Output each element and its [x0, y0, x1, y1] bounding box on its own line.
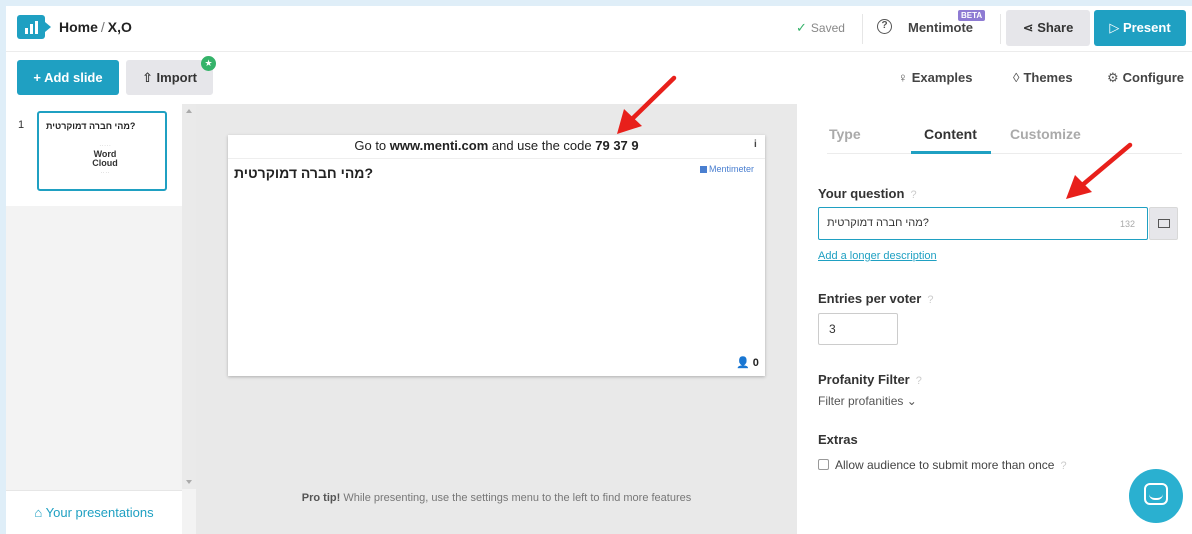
- breadcrumb-presentation[interactable]: X,O: [108, 19, 132, 35]
- help-icon: ?: [910, 189, 917, 201]
- thumbnail-wordcloud: · · · · · Word Cloud · · · ·: [92, 143, 118, 175]
- tab-content[interactable]: Content: [924, 126, 977, 142]
- share-button[interactable]: ⋖ Share: [1006, 10, 1090, 46]
- beta-badge: BETA: [958, 10, 986, 21]
- entries-per-voter-input[interactable]: [818, 313, 898, 345]
- add-description-link[interactable]: Add a longer description: [818, 250, 937, 262]
- slides-scrollbar[interactable]: [182, 104, 196, 489]
- allow-multiple-option[interactable]: Allow audience to submit more than once?: [818, 458, 1067, 472]
- slide-list-item[interactable]: 1 ?מהי חברה דמוקרטית · · · · · Word Clou…: [6, 104, 182, 206]
- join-instructions: Go to www.menti.com and use the code 79 …: [354, 138, 639, 153]
- profanity-dropdown[interactable]: Filter profanities ⌄: [818, 394, 917, 408]
- divider: [862, 14, 863, 44]
- add-image-button[interactable]: [1149, 207, 1178, 240]
- home-icon: ⌂: [34, 505, 46, 520]
- pro-tip: Pro tip! While presenting, use the setti…: [301, 492, 692, 504]
- active-tab-indicator: [911, 151, 991, 154]
- help-icon: ?: [1060, 460, 1067, 472]
- tab-customize[interactable]: Customize: [1010, 126, 1081, 142]
- app-window: Home / X,O ✓ Saved ? Mentimote BETA ⋖ Share…: [6, 6, 1192, 534]
- slide-thumbnail[interactable]: ?מהי חברה דמוקרטית · · · · · Word Cloud …: [37, 111, 167, 191]
- slide-number: 1: [18, 119, 25, 131]
- help-icon[interactable]: ?: [877, 19, 892, 34]
- char-count: 132: [1120, 219, 1136, 229]
- help-icon: ?: [915, 375, 922, 387]
- save-status: ✓ Saved: [796, 20, 845, 35]
- check-icon: ✓: [796, 20, 807, 35]
- editor-panel: Type Content Customize Your question? ?מ…: [797, 104, 1192, 534]
- user-icon: 👤: [736, 357, 750, 369]
- mentimeter-logo-icon: [700, 166, 707, 174]
- divider: [1000, 14, 1001, 44]
- configure-link[interactable]: ⚙ Configure: [1107, 70, 1184, 86]
- voting-code: 79 37 9: [595, 138, 639, 153]
- preview-question: ?מהי חברה דמוקרטית: [234, 165, 374, 181]
- chat-icon[interactable]: [1129, 469, 1183, 523]
- scroll-down-arrow[interactable]: [186, 480, 192, 484]
- slide-preview-area: Go to www.menti.com and use the code 79 …: [196, 104, 797, 534]
- import-button[interactable]: ⇧ Import: [126, 60, 213, 95]
- menti-url: www.menti.com: [389, 138, 489, 153]
- question-input[interactable]: ?מהי חברה דמוקרטית: [818, 207, 1148, 240]
- mentimote-button[interactable]: Mentimote: [908, 20, 973, 35]
- info-icon[interactable]: i: [754, 139, 757, 150]
- mentimeter-logo-icon[interactable]: [17, 15, 45, 39]
- tab-type[interactable]: Type: [829, 126, 861, 142]
- help-icon: ?: [927, 294, 934, 306]
- top-bar: Home / X,O ✓ Saved ? Mentimote BETA ⋖ Share…: [6, 6, 1192, 52]
- drop-icon: ◊: [1013, 70, 1020, 85]
- share-icon: ⋖: [1022, 20, 1038, 35]
- your-presentations-link[interactable]: ⌂ Your presentations: [6, 490, 182, 534]
- image-icon: [1158, 219, 1170, 228]
- play-icon: ▷: [1109, 20, 1123, 35]
- profanity-label: Profanity Filter?: [818, 372, 922, 387]
- extras-label: Extras: [818, 432, 858, 447]
- entries-label: Entries per voter?: [818, 291, 934, 306]
- slides-panel: 1 ?מהי חברה דמוקרטית · · · · · Word Clou…: [6, 104, 196, 534]
- breadcrumb-home[interactable]: Home: [59, 19, 98, 35]
- logo-tail: [45, 22, 51, 32]
- scroll-up-arrow[interactable]: [186, 109, 192, 113]
- editor-tabs: Type Content Customize: [827, 126, 1182, 154]
- thumbnail-title: ?מהי חברה דמוקרטית: [46, 121, 136, 131]
- present-button[interactable]: ▷ Present: [1094, 10, 1186, 46]
- participant-count: 👤 0: [736, 357, 759, 369]
- gear-icon: ⚙: [1107, 70, 1119, 85]
- chevron-down-icon: ⌄: [906, 394, 917, 408]
- add-slide-button[interactable]: + Add slide: [17, 60, 119, 95]
- allow-multiple-checkbox[interactable]: [818, 459, 829, 470]
- mentimeter-brand: Mentimeter: [700, 164, 754, 174]
- examples-link[interactable]: ♀ Examples: [898, 70, 972, 85]
- question-label: Your question?: [818, 186, 917, 201]
- bulb-icon: ♀: [898, 70, 908, 85]
- themes-link[interactable]: ◊ Themes: [1013, 70, 1073, 85]
- upload-icon: ⇧: [142, 70, 157, 85]
- breadcrumb: Home / X,O: [59, 19, 132, 35]
- divider: [228, 158, 765, 159]
- slide-preview[interactable]: Go to www.menti.com and use the code 79 …: [228, 135, 765, 376]
- star-icon: ★: [201, 56, 216, 71]
